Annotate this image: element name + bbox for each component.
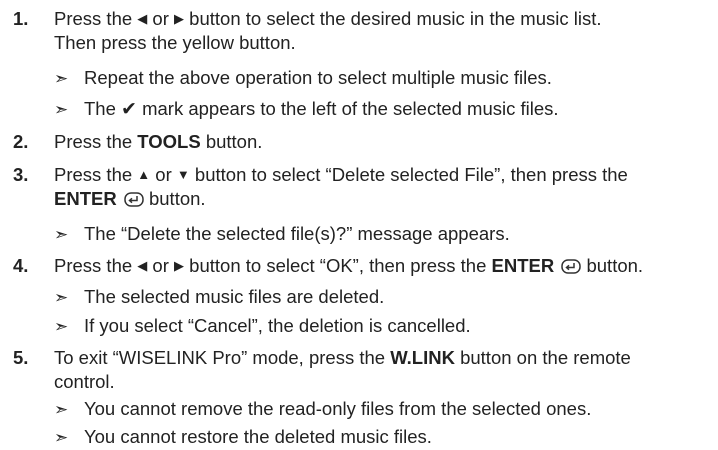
note-arrow-icon: ➣ bbox=[54, 317, 69, 336]
step-line: Press the ▲ or ▼ button to select “Delet… bbox=[54, 163, 718, 187]
text-fragment: button to select “OK”, then press the bbox=[184, 255, 492, 276]
step-line: Press the ◀ or ▶ button to select the de… bbox=[54, 7, 718, 31]
note-arrow-icon: ➣ bbox=[54, 100, 69, 119]
up-arrow-icon: ▲ bbox=[137, 167, 151, 182]
step-text: Press the ▲ or ▼ button to select “Delet… bbox=[54, 163, 718, 211]
right-arrow-icon: ▶ bbox=[174, 11, 185, 26]
text-fragment: or bbox=[147, 255, 175, 276]
text-fragment: or bbox=[150, 164, 177, 185]
text-fragment: button to select “Delete selected File”,… bbox=[189, 164, 628, 185]
note-text: The selected music files are deleted. bbox=[84, 286, 385, 307]
step-text: Press the TOOLS button. bbox=[54, 130, 718, 154]
text-fragment: The bbox=[84, 98, 122, 119]
wlink-button-name: W.LINK bbox=[390, 347, 455, 368]
note: ➣ The ✔ mark appears to the left of the s… bbox=[54, 97, 718, 122]
note: ➣ You cannot remove the read-only files f… bbox=[54, 397, 718, 422]
step-line: To exit “WISELINK Pro” mode, press the W… bbox=[54, 346, 718, 370]
step-line: Press the ◀ or ▶ button to select “OK”, … bbox=[54, 254, 718, 278]
text-fragment: mark appears to the left of the selected… bbox=[136, 98, 559, 119]
checkmark-icon: ✔ bbox=[121, 99, 137, 120]
note-arrow-icon: ➣ bbox=[54, 225, 69, 244]
text-fragment: button on the remote bbox=[454, 347, 631, 368]
note-text: You cannot restore the deleted music fil… bbox=[84, 426, 432, 447]
note: ➣ The selected music files are deleted. bbox=[54, 285, 718, 310]
note-text: The “Delete the selected file(s)?” messa… bbox=[84, 223, 510, 244]
step-number: 1. bbox=[13, 8, 29, 29]
text-fragment: Press the bbox=[54, 131, 138, 152]
note-arrow-icon: ➣ bbox=[54, 400, 69, 419]
step-number: 2. bbox=[13, 131, 29, 152]
step-text: Press the ◀ or ▶ button to select “OK”, … bbox=[54, 254, 718, 278]
note-arrow-icon: ➣ bbox=[54, 288, 69, 307]
note-arrow-icon: ➣ bbox=[54, 428, 69, 447]
note-text: Repeat the above operation to select mul… bbox=[84, 67, 552, 88]
note-arrow-icon: ➣ bbox=[54, 69, 69, 88]
left-arrow-icon: ◀ bbox=[137, 258, 148, 273]
step-line: control. bbox=[54, 371, 115, 392]
note: ➣ You cannot restore the deleted music fi… bbox=[54, 425, 718, 450]
step-text: Press the ◀ or ▶ button to select the de… bbox=[54, 7, 718, 55]
step-number: 3. bbox=[13, 164, 29, 185]
down-arrow-icon: ▼ bbox=[176, 167, 190, 182]
step-line: Then press the yellow button. bbox=[54, 32, 296, 53]
note-text: You cannot remove the read-only files fr… bbox=[84, 398, 592, 419]
note: ➣ If you select “Cancel”, the deletion is… bbox=[54, 314, 718, 339]
text-fragment: Press the bbox=[54, 8, 138, 29]
note: ➣ Repeat the above operation to select mu… bbox=[54, 66, 718, 91]
text-fragment: Press the bbox=[54, 164, 138, 185]
note-text: If you select “Cancel”, the deletion is … bbox=[84, 315, 471, 336]
text-fragment: button. bbox=[581, 255, 644, 276]
step-line: ENTER button. bbox=[54, 187, 718, 211]
text-fragment: To exit “WISELINK Pro” mode, press the bbox=[54, 347, 391, 368]
tools-button-name: TOOLS bbox=[137, 131, 201, 152]
manual-page: 1. Press the ◀ or ▶ button to select the… bbox=[0, 0, 718, 447]
text-fragment: button. bbox=[200, 131, 263, 152]
step-text: To exit “WISELINK Pro” mode, press the W… bbox=[54, 346, 718, 394]
text-fragment: Press the bbox=[54, 255, 138, 276]
right-arrow-icon: ▶ bbox=[174, 258, 185, 273]
enter-icon bbox=[124, 189, 144, 213]
enter-icon bbox=[561, 256, 582, 280]
text-fragment: button to select the desired music in th… bbox=[184, 8, 602, 29]
note: ➣ The “Delete the selected file(s)?” mess… bbox=[54, 222, 718, 247]
text-fragment: button. bbox=[143, 188, 206, 209]
left-arrow-icon: ◀ bbox=[137, 11, 148, 26]
step-number: 4. bbox=[13, 255, 29, 276]
text-fragment: or bbox=[147, 8, 175, 29]
step-line: Press the TOOLS button. bbox=[54, 130, 718, 154]
step-number: 5. bbox=[13, 347, 29, 368]
enter-button-name: ENTER bbox=[491, 255, 555, 276]
enter-button-name: ENTER bbox=[54, 188, 117, 209]
